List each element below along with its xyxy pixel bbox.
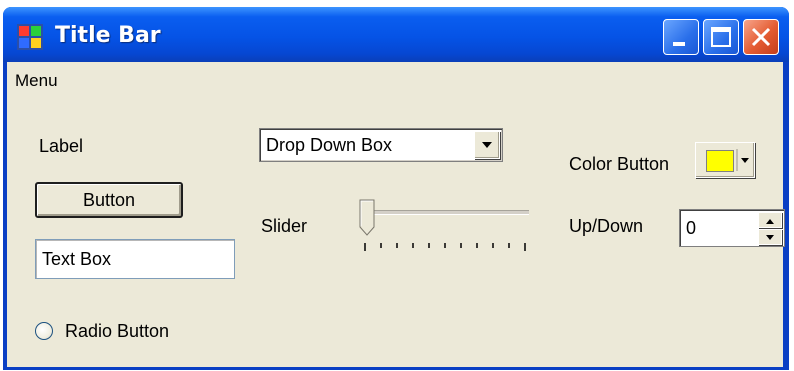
chevron-down-icon [766,235,774,240]
title-bar[interactable]: Title Bar [3,7,789,62]
slider-thumb[interactable] [359,199,375,237]
color-button[interactable] [695,142,755,178]
drop-down-button[interactable] [474,131,500,159]
drop-down-box[interactable]: Drop Down Box [259,128,503,162]
color-button-label: Color Button [569,154,670,174]
window: Title Bar Menu Label Button Text Box Rad… [3,7,789,370]
menu-item[interactable]: Menu [15,71,58,91]
chevron-down-icon [482,142,492,148]
updown-value[interactable]: 0 [686,218,696,239]
spin-down-button[interactable] [758,229,782,245]
minimize-icon [673,42,685,46]
text-box[interactable]: Text Box [35,239,235,279]
radio-button-label[interactable]: Radio Button [65,321,169,342]
button[interactable]: Button [35,182,183,218]
client-area: Menu Label Button Text Box Radio Button … [7,62,785,367]
updown-control[interactable]: 0 [679,209,785,247]
drop-down-value: Drop Down Box [266,135,393,155]
menu-bar: Menu [7,62,783,98]
radio-button[interactable] [35,322,53,340]
chevron-up-icon [766,219,774,224]
maximize-button[interactable] [703,19,739,55]
chevron-down-icon [736,149,749,171]
minimize-button[interactable] [663,19,699,55]
close-icon [751,27,771,47]
app-icon [17,24,43,50]
slider-ticks [364,243,526,251]
updown-label: Up/Down [569,216,644,236]
close-button[interactable] [743,19,779,55]
window-title: Title Bar [55,23,161,48]
label: Label [39,136,84,156]
slider-label: Slider [261,216,308,236]
slider-track[interactable] [361,210,529,215]
spin-up-button[interactable] [758,212,782,228]
color-swatch [706,150,734,172]
maximize-icon [711,27,731,47]
